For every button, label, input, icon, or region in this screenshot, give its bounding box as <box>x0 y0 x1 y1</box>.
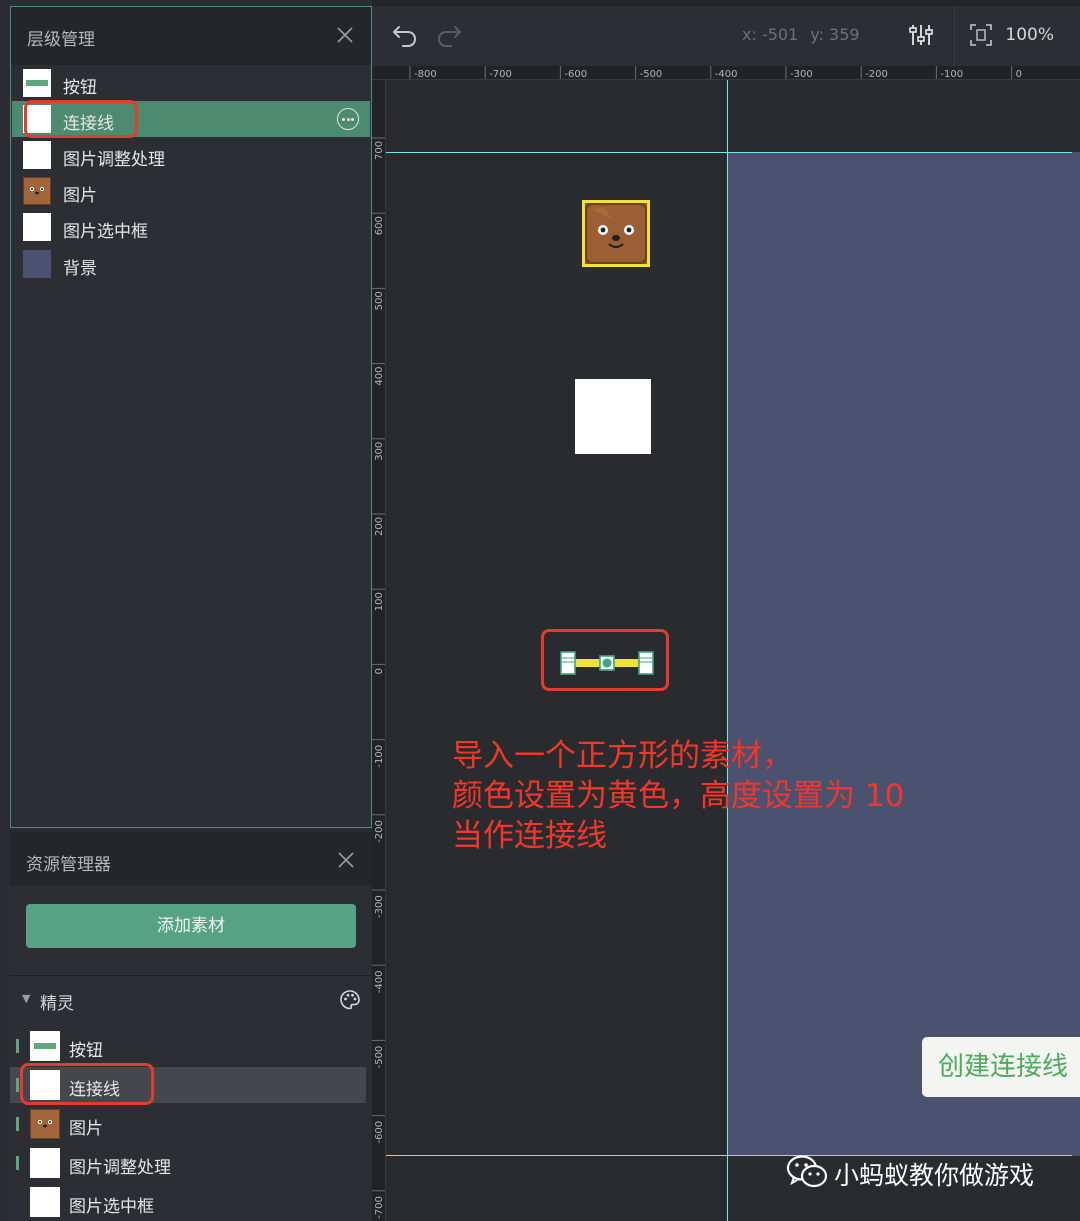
vertical-ruler: 700 600 500 400 300 200 100 0 -100 -200 -300 -400 -5… <box>372 80 386 1221</box>
ruler-label: -800 <box>414 69 437 80</box>
asset-panel: 资源管理器 添加素材 ▼ 精灵 按钮 连接线 图片 图片调整处理 图片选中框 <box>10 832 372 1221</box>
editor-canvas[interactable]: 导入一个正方形的素材， 颜色设置为黄色，高度设置为 10 当作连接线 创建连接线… <box>386 80 1080 1221</box>
selection-frame-thumbnail <box>30 1187 60 1217</box>
layer-item-label: 图片 <box>63 186 97 206</box>
background-thumbnail <box>23 250 51 278</box>
ruler-label: -300 <box>790 69 813 80</box>
layer-item-label: 按钮 <box>63 78 97 98</box>
ruler-label: -700 <box>374 1196 385 1219</box>
fit-to-screen-icon[interactable] <box>968 22 994 48</box>
ruler-label: 500 <box>374 291 385 310</box>
ruler-label: 700 <box>374 141 385 160</box>
redo-icon[interactable] <box>434 20 464 50</box>
image-adjust-thumbnail <box>30 1148 60 1178</box>
create-connector-button[interactable]: 创建连接线 <box>922 1037 1080 1097</box>
cursor-coordinates: x: -501 y: 359 <box>742 25 872 44</box>
layer-item-selection-frame[interactable]: 图片选中框 <box>12 209 370 245</box>
white-square-sprite[interactable] <box>575 379 651 454</box>
ruler-label: -100 <box>940 69 963 80</box>
connector-highlight-annotation <box>541 629 669 691</box>
image-adjust-thumbnail <box>23 141 51 169</box>
asset-item-image[interactable]: 图片 <box>10 1106 366 1142</box>
annotation-line: 颜色设置为黄色，高度设置为 10 <box>452 778 905 814</box>
layer-panel-header: 层级管理 <box>11 7 371 65</box>
asset-highlight-annotation <box>20 1063 154 1105</box>
bear-image-sprite[interactable] <box>582 200 650 267</box>
layer-item-label: 图片调整处理 <box>63 150 165 170</box>
layer-item-button[interactable]: 按钮 <box>12 65 370 101</box>
asset-marker <box>16 1156 19 1170</box>
ruler-label: -400 <box>715 69 738 80</box>
add-asset-button[interactable]: 添加素材 <box>26 904 356 948</box>
asset-marker <box>16 1078 19 1092</box>
horizontal-ruler: -800 -700 -600 -500 -400 -300 -200 -100 0 <box>372 66 1080 80</box>
asset-marker <box>16 1117 19 1131</box>
layer-item-label: 背景 <box>63 259 97 279</box>
layer-item-background[interactable]: 背景 <box>12 246 370 282</box>
ruler-label: -500 <box>374 1046 385 1069</box>
bear-thumbnail <box>23 177 51 205</box>
caret-down-icon[interactable]: ▼ <box>22 992 30 1005</box>
asset-panel-header: 资源管理器 <box>10 832 372 886</box>
close-icon[interactable] <box>336 850 356 870</box>
ruler-label: -700 <box>489 69 512 80</box>
layer-item-label: 图片选中框 <box>63 222 148 242</box>
ruler-label: -200 <box>374 820 385 843</box>
wechat-icon <box>786 1155 828 1188</box>
guide-line-vertical <box>727 80 728 1221</box>
layer-highlight-annotation <box>24 100 138 138</box>
asset-item-label: 图片选中框 <box>69 1197 154 1217</box>
layer-item-image-adjust[interactable]: 图片调整处理 <box>12 137 370 173</box>
scene-background <box>728 152 1080 1156</box>
ruler-label: -500 <box>640 69 663 80</box>
asset-item-label: 图片 <box>69 1119 103 1139</box>
annotation-text: 导入一个正方形的素材， 颜色设置为黄色，高度设置为 10 当作连接线 <box>452 736 1072 856</box>
cursor-x: x: -501 <box>742 25 799 44</box>
selection-frame-thumbnail <box>23 213 51 241</box>
ruler-label: 200 <box>374 517 385 536</box>
ruler-label: -600 <box>564 69 587 80</box>
ruler-label: -300 <box>374 895 385 918</box>
ruler-label: -100 <box>374 745 385 768</box>
ruler-label: 600 <box>374 216 385 235</box>
zoom-level[interactable]: 100% <box>1005 25 1054 45</box>
layer-item-image[interactable]: 图片 <box>12 173 370 209</box>
palette-icon[interactable] <box>338 988 362 1012</box>
watermark-text: 小蚂蚁教你做游戏 <box>834 1161 1035 1190</box>
ruler-label: 0 <box>374 668 385 674</box>
close-icon[interactable] <box>335 25 355 45</box>
layer-panel-title: 层级管理 <box>27 30 95 50</box>
ruler-label: 100 <box>374 592 385 611</box>
asset-item-image-adjust[interactable]: 图片调整处理 <box>10 1145 366 1181</box>
cursor-y: y: 359 <box>810 25 860 44</box>
ruler-label: -600 <box>374 1121 385 1144</box>
layer-panel: 层级管理 按钮 连接线 图片调整处理 图片 图片选中框 背景 <box>10 6 372 828</box>
canvas-toolbar: x: -501 y: 359 100% <box>372 0 1080 66</box>
toolbar-divider <box>954 6 955 66</box>
ruler-label: 300 <box>374 442 385 461</box>
guide-line-top <box>386 152 1072 153</box>
adjust-sliders-icon[interactable] <box>906 20 936 50</box>
asset-item-label: 按钮 <box>69 1041 103 1061</box>
ruler-label: -200 <box>865 69 888 80</box>
sprite-group-label[interactable]: 精灵 <box>40 989 74 1014</box>
asset-item-label: 图片调整处理 <box>69 1158 171 1178</box>
ruler-label: 400 <box>374 367 385 386</box>
annotation-line: 导入一个正方形的素材， <box>452 738 793 774</box>
button-thumbnail <box>30 1031 60 1061</box>
asset-marker <box>16 1039 19 1053</box>
undo-icon[interactable] <box>390 20 420 50</box>
divider <box>10 975 372 976</box>
ruler-label: 0 <box>1016 69 1022 80</box>
more-options-icon[interactable] <box>337 108 359 130</box>
button-thumbnail <box>23 69 51 97</box>
ruler-label: -400 <box>374 970 385 993</box>
annotation-line: 当作连接线 <box>452 818 607 854</box>
bear-thumbnail <box>30 1109 60 1139</box>
asset-item-button[interactable]: 按钮 <box>10 1028 366 1064</box>
asset-panel-title: 资源管理器 <box>26 855 111 875</box>
asset-item-selection-frame[interactable]: 图片选中框 <box>10 1184 366 1220</box>
